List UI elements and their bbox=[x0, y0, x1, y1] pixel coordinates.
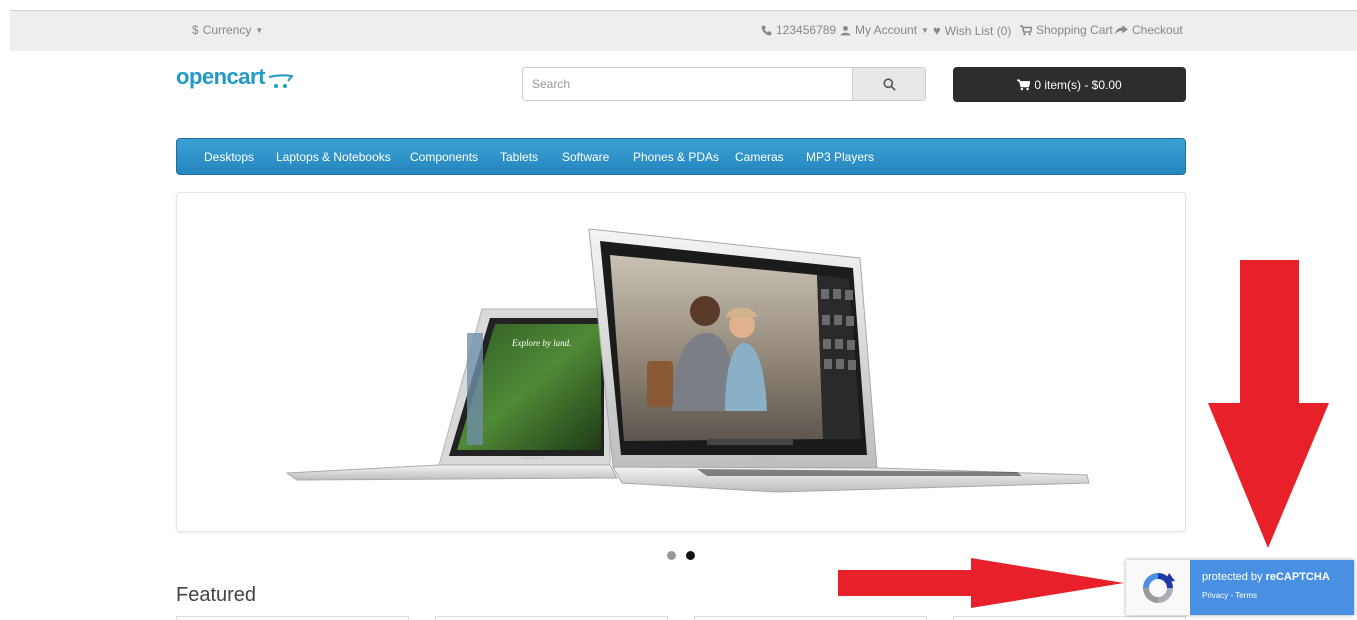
recaptcha-links: Privacy - Terms bbox=[1202, 591, 1257, 600]
back-laptop: Explore by land. MacBook Air bbox=[285, 308, 618, 481]
cart-label: 0 item(s) - $0.00 bbox=[1034, 77, 1122, 92]
back-laptop-screen-text: Explore by land. bbox=[511, 338, 571, 348]
recaptcha-brand: reCAPTCHA bbox=[1265, 571, 1330, 583]
my-account-dropdown[interactable]: My Account ▼ bbox=[840, 23, 929, 37]
search-input[interactable] bbox=[522, 67, 852, 101]
recaptcha-terms-link[interactable]: Terms bbox=[1235, 591, 1257, 600]
slide-dot-1[interactable] bbox=[667, 551, 676, 560]
recaptcha-text-box: protected by reCAPTCHA Privacy - Terms bbox=[1190, 560, 1354, 615]
menu-item-cameras[interactable]: Cameras bbox=[735, 150, 784, 164]
phone-icon bbox=[761, 25, 772, 35]
main-menu: Desktops Laptops & Notebooks Components … bbox=[176, 138, 1186, 175]
menu-item-components[interactable]: Components bbox=[410, 150, 478, 164]
recaptcha-privacy-link[interactable]: Privacy bbox=[1202, 591, 1228, 600]
recaptcha-icon bbox=[1143, 572, 1175, 603]
cart-icon bbox=[1017, 79, 1031, 90]
top-bar: $ Currency ▼ 123456789 My Account ▼ ♥ Wi… bbox=[10, 10, 1357, 51]
share-arrow-icon bbox=[1115, 24, 1128, 35]
product-card[interactable] bbox=[694, 616, 927, 620]
menu-item-phones-pdas[interactable]: Phones & PDAs bbox=[633, 150, 719, 164]
heart-icon: ♥ bbox=[933, 23, 941, 38]
back-laptop-brand: MacBook Air bbox=[522, 455, 545, 460]
down-arrow-icon bbox=[1208, 260, 1329, 548]
recaptcha-badge[interactable]: protected by reCAPTCHA Privacy - Terms bbox=[1126, 560, 1354, 615]
slide-dot-2-active[interactable] bbox=[686, 551, 695, 560]
cart-icon bbox=[1020, 24, 1032, 35]
menu-item-laptops-notebooks[interactable]: Laptops & Notebooks bbox=[276, 150, 391, 164]
recaptcha-logo-box bbox=[1126, 560, 1190, 615]
currency-dropdown[interactable]: $ Currency ▼ bbox=[192, 23, 263, 37]
phone-link[interactable]: 123456789 bbox=[761, 23, 836, 37]
product-card[interactable] bbox=[435, 616, 668, 620]
site-logo[interactable]: opencart bbox=[176, 64, 293, 90]
recaptcha-protected-line: protected by reCAPTCHA bbox=[1202, 571, 1330, 583]
wish-list-label: Wish List (0) bbox=[944, 23, 1012, 38]
currency-label: Currency bbox=[202, 23, 252, 37]
search-icon bbox=[882, 77, 896, 91]
logo-cart-icon bbox=[268, 74, 293, 88]
dollar-icon: $ bbox=[192, 23, 199, 37]
my-account-label: My Account bbox=[855, 23, 918, 37]
right-arrow-icon bbox=[838, 558, 1124, 608]
search-group bbox=[522, 67, 926, 101]
featured-heading: Featured bbox=[176, 584, 257, 606]
menu-item-tablets[interactable]: Tablets bbox=[500, 150, 538, 164]
front-laptop-brand: MacBook Air bbox=[752, 457, 775, 462]
caret-down-icon: ▼ bbox=[255, 25, 264, 35]
menu-item-desktops[interactable]: Desktops bbox=[204, 150, 254, 164]
shopping-cart-link[interactable]: Shopping Cart bbox=[1020, 23, 1113, 37]
menu-item-mp3-players[interactable]: MP3 Players bbox=[806, 150, 874, 164]
phone-number: 123456789 bbox=[776, 23, 837, 37]
search-button[interactable] bbox=[852, 67, 926, 101]
logo-text: opencart bbox=[176, 64, 265, 89]
checkout-label: Checkout bbox=[1132, 23, 1183, 37]
wish-list-link[interactable]: ♥ Wish List (0) bbox=[933, 23, 1011, 38]
front-laptop: MacBook Air bbox=[588, 228, 1090, 493]
recaptcha-protected-by: protected by bbox=[1202, 571, 1266, 583]
slideshow[interactable]: Explore by land. MacBook Air MacBook Air bbox=[176, 192, 1186, 532]
cart-button[interactable]: 0 item(s) - $0.00 bbox=[953, 67, 1186, 102]
product-card[interactable] bbox=[953, 616, 1186, 620]
user-icon bbox=[840, 25, 851, 35]
caret-down-icon: ▼ bbox=[921, 25, 929, 35]
checkout-link[interactable]: Checkout bbox=[1115, 23, 1183, 37]
shopping-cart-label: Shopping Cart bbox=[1036, 23, 1113, 37]
product-card[interactable] bbox=[176, 616, 409, 620]
menu-item-software[interactable]: Software bbox=[562, 150, 609, 164]
macbook-air-banner-image: Explore by land. MacBook Air MacBook Air bbox=[285, 228, 1090, 493]
